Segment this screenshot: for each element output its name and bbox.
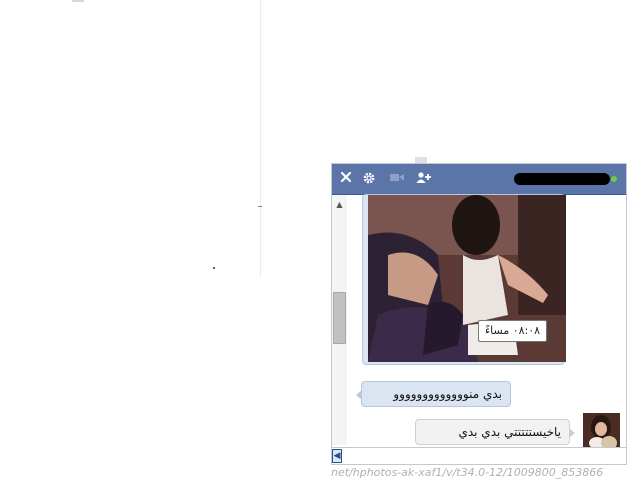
photo-message[interactable]: ٠٨:٠٨ مساءً [362,194,566,365]
online-status-indicator [611,176,617,182]
scrollbar[interactable]: ▲ [332,195,347,445]
redacted-contact-name[interactable] [514,173,610,185]
incoming-message[interactable]: بدي منووووووووووووو [356,381,511,407]
background-artifact [258,206,262,207]
background-artifact [260,0,261,278]
chat-header [332,164,626,195]
background-artifact [213,267,215,269]
message-text: ياخيستتتتتي بدي بدي [458,425,561,439]
emoticon-icon[interactable]: ◀ [332,449,342,463]
status-bar-url: net/hphotos-ak-xaf1/v/t34.0-12/1009800_8… [331,466,604,479]
video-camera-icon[interactable] [388,170,406,188]
gear-icon[interactable] [360,170,378,188]
background-artifact [72,0,84,2]
bubble-tail [356,390,362,400]
message-input-bar[interactable]: ◀ [332,447,626,464]
add-friend-icon[interactable] [415,170,433,188]
chat-window: ▲ ٠٨:٠٨ مساءً بدي منووووووووووووو ياخيست… [331,163,627,465]
scrollbar-thumb[interactable] [333,292,346,344]
close-icon[interactable] [337,170,355,188]
bubble-tail [569,428,575,438]
avatar[interactable] [583,413,620,449]
scroll-up-arrow-icon[interactable]: ▲ [332,199,347,211]
message-text: بدي منووووووووووووو [393,387,502,401]
outgoing-message[interactable]: ياخيستتتتتي بدي بدي [415,419,575,445]
photo-timestamp-tooltip: ٠٨:٠٨ مساءً [478,320,548,342]
